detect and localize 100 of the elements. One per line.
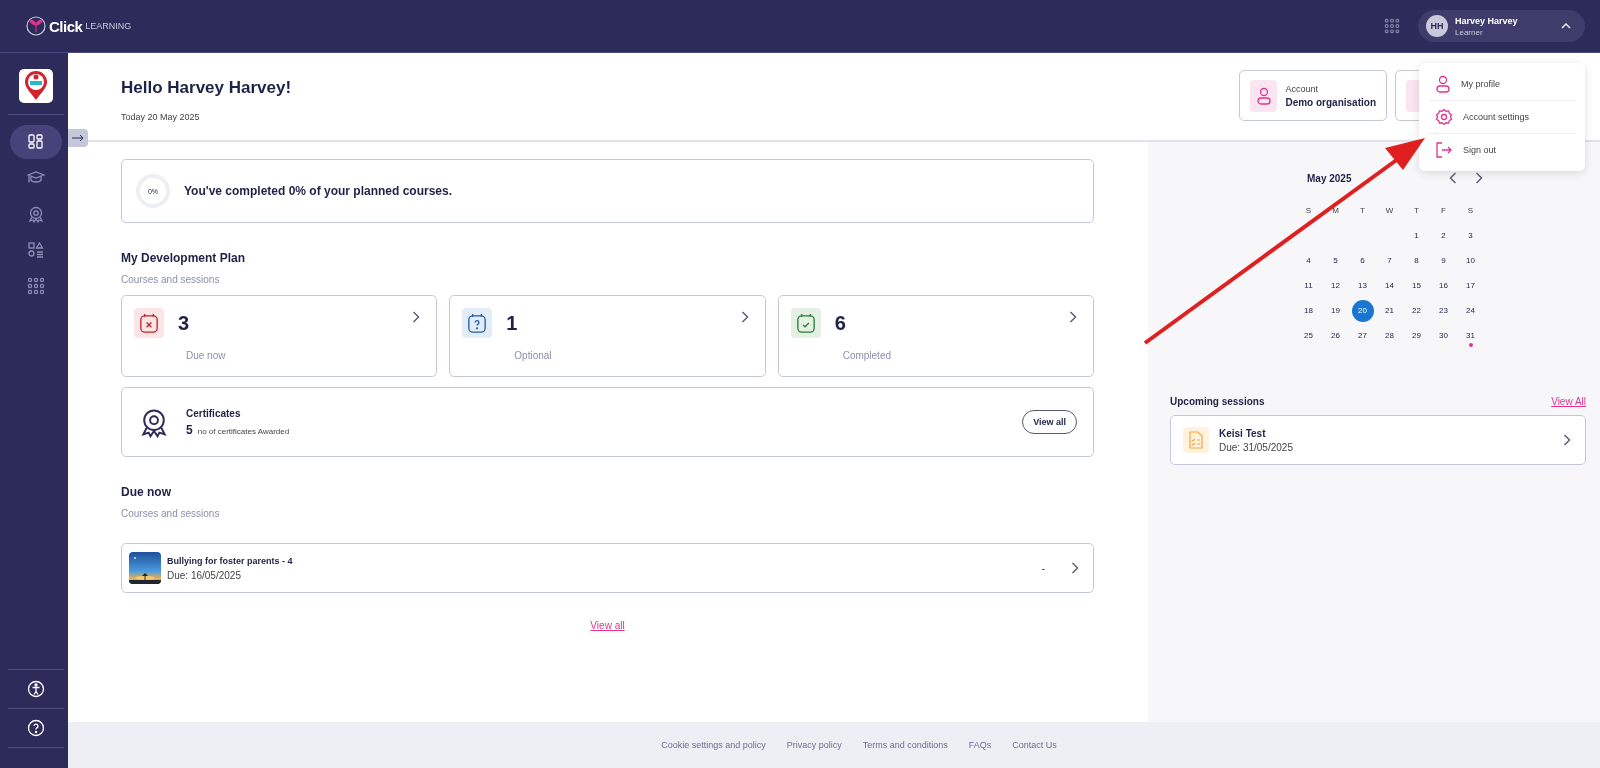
calendar-day[interactable]: 14 bbox=[1378, 274, 1401, 297]
apps-grid-icon[interactable] bbox=[1384, 18, 1400, 34]
calendar-day[interactable]: 26 bbox=[1324, 324, 1347, 347]
calendar-day[interactable]: 12 bbox=[1324, 274, 1347, 297]
view-all-link[interactable]: View all bbox=[590, 620, 625, 631]
view-all-link[interactable]: View All bbox=[1551, 396, 1586, 407]
chevron-right-icon bbox=[1071, 562, 1079, 574]
calendar-day[interactable]: 16 bbox=[1432, 274, 1455, 297]
footer-link[interactable]: Terms and conditions bbox=[862, 740, 948, 750]
calendar-day[interactable]: 7 bbox=[1378, 249, 1401, 272]
due-date: Due: 31/05/2025 bbox=[1219, 441, 1293, 453]
calendar-day[interactable]: 4 bbox=[1297, 249, 1320, 272]
accessibility-icon[interactable] bbox=[27, 680, 45, 698]
calendar-month: May 2025 bbox=[1307, 172, 1352, 184]
calendar-day[interactable]: 19 bbox=[1324, 299, 1347, 322]
weekday-label: S bbox=[1304, 205, 1313, 217]
stat-count: 1 bbox=[506, 311, 518, 335]
weekday-label: T bbox=[1359, 205, 1366, 217]
weekday-label: S bbox=[1466, 205, 1475, 217]
section-heading: My Development Plan bbox=[121, 251, 247, 265]
stat-label: Optional bbox=[514, 350, 553, 361]
calendar-day[interactable]: 24 bbox=[1459, 299, 1482, 322]
calendar-day[interactable]: 31 bbox=[1459, 324, 1482, 347]
calendar-day[interactable]: 3 bbox=[1459, 224, 1482, 247]
course-item[interactable]: Bullying for foster parents - 4 Due: 16/05/2025 - bbox=[121, 543, 1094, 593]
calendar-day[interactable]: 30 bbox=[1432, 324, 1455, 347]
account-label: Account bbox=[1285, 83, 1319, 94]
calendar-day[interactable]: 1 bbox=[1405, 224, 1428, 247]
course-title: Bullying for foster parents - 4 bbox=[167, 555, 293, 566]
calendar-day[interactable]: 8 bbox=[1405, 249, 1428, 272]
section-heading: Upcoming sessions bbox=[1170, 396, 1265, 407]
chevron-right-icon bbox=[1069, 311, 1077, 323]
account-card[interactable]: Account Demo organisation bbox=[1239, 70, 1387, 121]
checklist-document-icon bbox=[1188, 431, 1204, 449]
calendar-day[interactable]: 29 bbox=[1405, 324, 1428, 347]
shapes-icon bbox=[27, 241, 45, 259]
calendar-day[interactable]: 23 bbox=[1432, 299, 1455, 322]
calendar-day[interactable]: 20 bbox=[1351, 299, 1374, 322]
organisation-name: Demo organisation bbox=[1285, 96, 1376, 108]
dashboard-icon bbox=[27, 133, 45, 151]
next-month-icon bbox=[1475, 172, 1483, 184]
progress-message: You've completed 0% of your planned courses. bbox=[184, 184, 453, 198]
sidebar-item[interactable] bbox=[10, 125, 62, 159]
greeting-heading: Hello Harvey Harvey! bbox=[121, 78, 292, 98]
calendar-day[interactable]: 18 bbox=[1297, 299, 1320, 322]
stat-card[interactable]: 3 Due now bbox=[121, 295, 438, 377]
calendar-day[interactable]: 25 bbox=[1297, 324, 1320, 347]
calendar-day[interactable]: 15 bbox=[1405, 274, 1428, 297]
section-subtitle: Courses and sessions bbox=[121, 274, 221, 285]
stat-label: Completed bbox=[842, 350, 892, 361]
user-role: Learner bbox=[1455, 27, 1484, 37]
course-status: - bbox=[1041, 562, 1045, 574]
calendar-day[interactable]: 11 bbox=[1297, 274, 1320, 297]
session-item[interactable]: Keisi Test Due: 31/05/2025 bbox=[1170, 415, 1586, 465]
previous-month-icon[interactable] bbox=[1449, 172, 1457, 184]
calendar-day[interactable]: 2 bbox=[1432, 224, 1455, 247]
footer-link[interactable]: Privacy policy bbox=[786, 740, 842, 750]
calendar-day[interactable]: 13 bbox=[1351, 274, 1374, 297]
weekday-label: M bbox=[1331, 205, 1340, 217]
logo-text: Click bbox=[49, 17, 83, 35]
apps-grid-icon bbox=[27, 277, 45, 295]
stat-card[interactable]: 1 Optional bbox=[449, 295, 766, 377]
calendar-day[interactable]: 27 bbox=[1351, 324, 1374, 347]
sign-out-icon bbox=[1435, 141, 1453, 159]
logo-subtitle: LEARNING bbox=[85, 21, 132, 31]
footer-link[interactable]: FAQs bbox=[968, 740, 992, 750]
calendar-day[interactable]: 28 bbox=[1378, 324, 1401, 347]
certificates-caption: no of certificates Awarded bbox=[197, 426, 290, 436]
help-icon[interactable] bbox=[27, 719, 45, 737]
weekday-label: F bbox=[1440, 205, 1447, 217]
due-date: Due: 16/05/2025 bbox=[167, 569, 242, 581]
section-subtitle: Courses and sessions bbox=[121, 508, 221, 519]
avatar: HH bbox=[1426, 15, 1448, 37]
calendar-day[interactable]: 21 bbox=[1378, 299, 1401, 322]
session-title: Keisi Test bbox=[1219, 427, 1267, 439]
stat-label: Due now bbox=[186, 350, 227, 361]
arrow-right-icon bbox=[72, 134, 84, 142]
calendar-day[interactable]: 22 bbox=[1405, 299, 1428, 322]
user-name: Harvey Harvey bbox=[1455, 15, 1518, 26]
user-menu-button[interactable]: HH Harvey Harvey Learner bbox=[1418, 10, 1585, 42]
expand-sidebar-button[interactable] bbox=[68, 129, 88, 147]
settings-icon bbox=[1435, 108, 1453, 126]
stat-count: 3 bbox=[178, 311, 190, 335]
rosette-icon bbox=[27, 205, 45, 223]
organisation-logo bbox=[19, 69, 53, 103]
chevron-right-icon bbox=[1563, 434, 1571, 446]
stat-card[interactable]: 6 Completed bbox=[777, 295, 1094, 377]
weekday-label: W bbox=[1384, 205, 1395, 217]
user-icon bbox=[1435, 75, 1451, 93]
chevron-right-icon bbox=[740, 311, 749, 323]
footer-link[interactable]: Cookie settings and policy bbox=[661, 740, 766, 750]
calendar-day[interactable]: 17 bbox=[1459, 274, 1482, 297]
calendar-day[interactable]: 5 bbox=[1324, 249, 1347, 272]
view-all-button[interactable]: View all bbox=[1022, 410, 1077, 434]
calendar-day[interactable]: 9 bbox=[1432, 249, 1455, 272]
stat-count: 6 bbox=[834, 311, 846, 335]
calendar-day[interactable]: 6 bbox=[1351, 249, 1374, 272]
today-date: Today 20 May 2025 bbox=[121, 112, 201, 122]
footer-link[interactable]: Contact Us bbox=[1012, 740, 1057, 750]
calendar-day[interactable]: 10 bbox=[1459, 249, 1482, 272]
